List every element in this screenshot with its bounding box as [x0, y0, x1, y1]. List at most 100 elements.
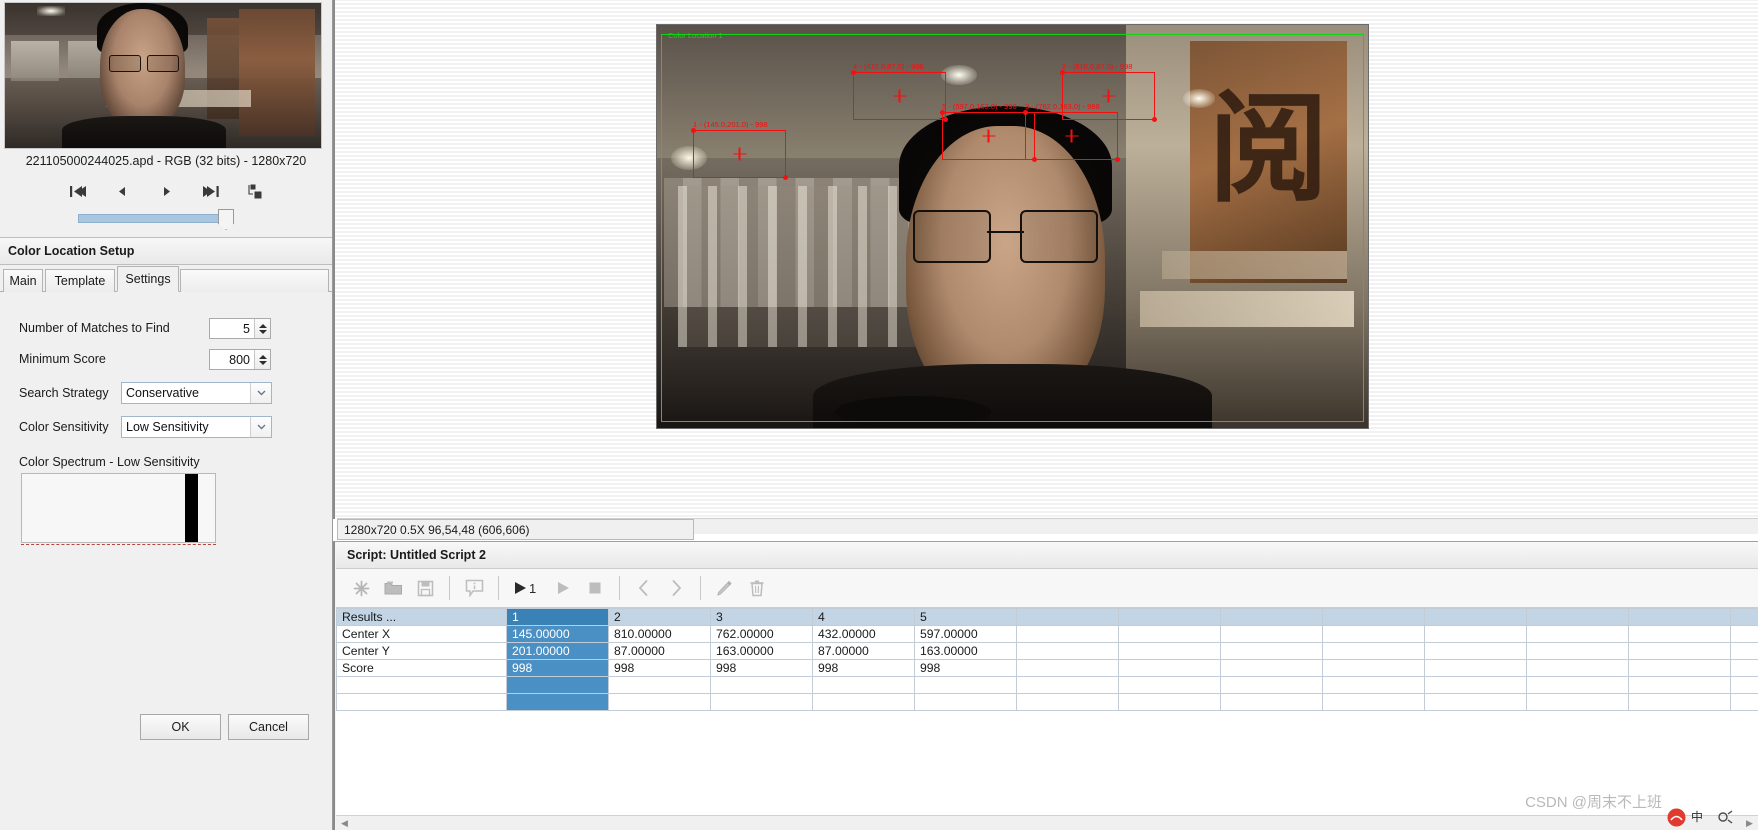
- table-cell-r3-c9[interactable]: [1322, 659, 1425, 677]
- cancel-button[interactable]: Cancel: [228, 714, 309, 740]
- layers-icon[interactable]: [242, 180, 266, 202]
- table-cell-r4-c1[interactable]: [506, 676, 609, 694]
- table-header-col-4[interactable]: 4: [812, 608, 915, 626]
- roi-region[interactable]: Color Location 1: [661, 31, 1364, 422]
- table-cell-r2-c1[interactable]: 201.00000: [506, 642, 609, 660]
- table-cell-r4-c8[interactable]: [1220, 676, 1323, 694]
- table-header-col-7[interactable]: [1118, 608, 1221, 626]
- table-cell-r5-c4[interactable]: [812, 693, 915, 711]
- table-cell-r2-c3[interactable]: 163.00000: [710, 642, 813, 660]
- table-cell-r5-c13[interactable]: [1730, 693, 1758, 711]
- info-icon[interactable]: [459, 573, 489, 603]
- table-cell-r3-c5[interactable]: 998: [914, 659, 1017, 677]
- table-header-results[interactable]: Results ...: [336, 608, 507, 626]
- new-script-icon[interactable]: [346, 573, 376, 603]
- table-cell-r4-c7[interactable]: [1118, 676, 1221, 694]
- first-frame-icon[interactable]: [66, 180, 90, 202]
- table-cell-r3-c8[interactable]: [1220, 659, 1323, 677]
- table-cell-r4-c13[interactable]: [1730, 676, 1758, 694]
- table-cell-r2-c12[interactable]: [1628, 642, 1731, 660]
- ok-button[interactable]: OK: [140, 714, 221, 740]
- table-cell-r1-c11[interactable]: [1526, 625, 1629, 643]
- table-cell-r2-c6[interactable]: [1016, 642, 1119, 660]
- match-box-1[interactable]: 1 - (145.0,201.0) - 998: [691, 120, 788, 180]
- color-sensitivity-select[interactable]: Low Sensitivity: [121, 416, 272, 438]
- table-cell-r4-c12[interactable]: [1628, 676, 1731, 694]
- scroll-left-icon[interactable]: ◀: [338, 817, 351, 829]
- table-cell-r4-c9[interactable]: [1322, 676, 1425, 694]
- tab-settings[interactable]: Settings: [117, 266, 179, 292]
- ime-icon[interactable]: [1666, 807, 1686, 827]
- table-cell-r5-c7[interactable]: [1118, 693, 1221, 711]
- tab-template[interactable]: Template: [45, 269, 115, 292]
- run-once-icon[interactable]: 1: [508, 573, 546, 603]
- table-cell-r5-c9[interactable]: [1322, 693, 1425, 711]
- table-cell-r4-c5[interactable]: [914, 676, 1017, 694]
- inspection-image[interactable]: 阅 Color Location 1 1 - (145.0,201.0) - 9…: [656, 24, 1369, 429]
- match-box-5[interactable]: 5 - (597.0,163.0) - 998: [940, 102, 1037, 162]
- min-score-stepper-arrows[interactable]: [254, 350, 270, 369]
- table-cell-r5-c5[interactable]: [914, 693, 1017, 711]
- search-strategy-select[interactable]: Conservative: [121, 382, 272, 404]
- table-cell-r1-c2[interactable]: 810.00000: [608, 625, 711, 643]
- match-box-2[interactable]: 2 - (810.0,87.0) - 998: [1060, 62, 1157, 122]
- save-script-icon[interactable]: [410, 573, 440, 603]
- chevron-down-icon[interactable]: [250, 383, 271, 403]
- table-header-col-2[interactable]: 2: [608, 608, 711, 626]
- chevron-down-icon[interactable]: [250, 417, 271, 437]
- table-cell-r1-c1[interactable]: 145.00000: [506, 625, 609, 643]
- table-cell-r5-c2[interactable]: [608, 693, 711, 711]
- table-cell-r4-c2[interactable]: [608, 676, 711, 694]
- table-header-col-6[interactable]: [1016, 608, 1119, 626]
- table-cell-r3-c12[interactable]: [1628, 659, 1731, 677]
- prev-step-icon[interactable]: [629, 573, 659, 603]
- table-cell-r1-c8[interactable]: [1220, 625, 1323, 643]
- table-cell-r3-c3[interactable]: 998: [710, 659, 813, 677]
- table-cell-r2-c13[interactable]: [1730, 642, 1758, 660]
- table-cell-r2-c4[interactable]: 87.00000: [812, 642, 915, 660]
- table-cell-r5-c12[interactable]: [1628, 693, 1731, 711]
- table-cell-r2-c11[interactable]: [1526, 642, 1629, 660]
- table-header-col-3[interactable]: 3: [710, 608, 813, 626]
- table-row[interactable]: Score 998 998 998 998 998: [336, 659, 1758, 677]
- frame-slider-track[interactable]: [78, 214, 228, 223]
- table-cell-r5-c8[interactable]: [1220, 693, 1323, 711]
- matches-stepper[interactable]: 5: [209, 318, 271, 339]
- previous-frame-icon[interactable]: [110, 180, 134, 202]
- delete-icon[interactable]: [742, 573, 772, 603]
- frame-slider-thumb[interactable]: [218, 209, 234, 230]
- table-cell-r1-c12[interactable]: [1628, 625, 1731, 643]
- table-cell-r4-c10[interactable]: [1424, 676, 1527, 694]
- table-cell-r1-c7[interactable]: [1118, 625, 1221, 643]
- table-cell-r2-c10[interactable]: [1424, 642, 1527, 660]
- table-cell-r4-c11[interactable]: [1526, 676, 1629, 694]
- table-header-col-5[interactable]: 5: [914, 608, 1017, 626]
- table-cell-r2-c2[interactable]: 87.00000: [608, 642, 711, 660]
- table-row[interactable]: Center Y 201.00000 87.00000 163.00000 87.000…: [336, 642, 1758, 660]
- table-cell-r3-c13[interactable]: [1730, 659, 1758, 677]
- ime-tools-icon[interactable]: [1716, 807, 1736, 827]
- table-cell-r3-c2[interactable]: 998: [608, 659, 711, 677]
- table-cell-r1-c13[interactable]: [1730, 625, 1758, 643]
- table-header-col-9[interactable]: [1322, 608, 1425, 626]
- table-cell-r4-c3[interactable]: [710, 676, 813, 694]
- table-cell-r3-c6[interactable]: [1016, 659, 1119, 677]
- table-header-col-10[interactable]: [1424, 608, 1527, 626]
- table-row[interactable]: Center X 145.00000 810.00000 762.00000 432.0…: [336, 625, 1758, 643]
- table-cell-r2-c8[interactable]: [1220, 642, 1323, 660]
- table-cell-r5-c11[interactable]: [1526, 693, 1629, 711]
- tab-main[interactable]: Main: [3, 269, 43, 292]
- matches-value[interactable]: 5: [210, 322, 254, 336]
- table-header-col-1[interactable]: 1: [506, 608, 609, 626]
- table-cell-r4-c4[interactable]: [812, 676, 915, 694]
- table-cell-r2-c7[interactable]: [1118, 642, 1221, 660]
- table-cell-r1-c3[interactable]: 762.00000: [710, 625, 813, 643]
- table-cell-r1-c9[interactable]: [1322, 625, 1425, 643]
- table-cell-r5-c6[interactable]: [1016, 693, 1119, 711]
- table-cell-r1-c4[interactable]: 432.00000: [812, 625, 915, 643]
- table-header-col-8[interactable]: [1220, 608, 1323, 626]
- min-score-stepper[interactable]: 800: [209, 349, 271, 370]
- frame-slider[interactable]: [0, 208, 332, 230]
- table-header-col-11[interactable]: [1526, 608, 1629, 626]
- table-cell-r5-c10[interactable]: [1424, 693, 1527, 711]
